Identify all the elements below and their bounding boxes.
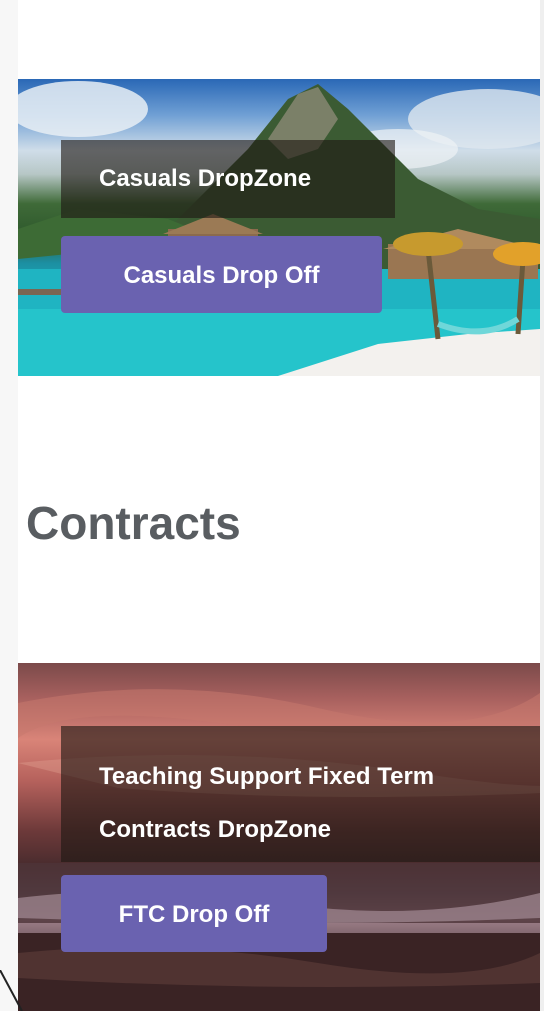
contracts-heading: Contracts [26,497,241,549]
casuals-title-box: Casuals DropZone [61,140,395,218]
page: Casuals DropZone Casuals Drop Off Contra… [0,0,544,1011]
casuals-drop-off-button[interactable]: Casuals Drop Off [61,236,382,313]
left-gutter [0,0,18,1011]
contracts-title-line2: Contracts DropZone [99,816,332,843]
casuals-banner: Casuals DropZone Casuals Drop Off [18,79,540,376]
ftc-drop-off-button[interactable]: FTC Drop Off [61,875,327,952]
tropical-scenery-image [18,81,540,376]
right-gutter [540,0,544,1011]
contracts-title-box: Teaching Support Fixed Term Contracts Dr… [61,726,540,862]
casuals-title: Casuals DropZone [99,165,312,192]
contracts-banner: Teaching Support Fixed Term Contracts Dr… [18,663,540,1011]
contracts-title-line1: Teaching Support Fixed Term [99,763,435,790]
main-content: Casuals DropZone Casuals Drop Off Contra… [18,0,540,1011]
corner-line-artifact [0,970,23,1011]
